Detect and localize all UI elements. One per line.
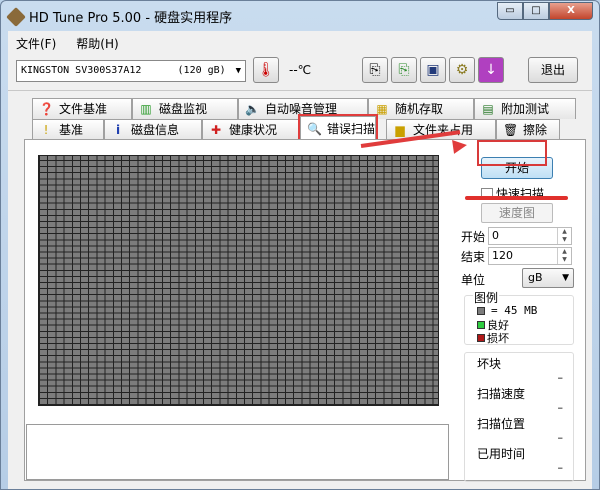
start-label: 开始: [461, 230, 486, 244]
copy-icon[interactable]: ⎘: [362, 57, 388, 83]
end-label: 结束: [461, 250, 486, 264]
bad-swatch: [477, 334, 485, 342]
block-map: [38, 155, 439, 406]
end-input[interactable]: 120 ▲ ▼: [488, 247, 572, 265]
magnifier-icon: 🔍: [307, 121, 322, 136]
error-scan-panel: 开始 快速扫描 速度图 开始 0 ▲ ▼ 结束 120 ▲ ▼ 单位 gB ▼ 图例 = …: [24, 139, 586, 482]
tab-benchmark[interactable]: ! 基准: [32, 119, 104, 140]
exclamation-icon: !: [43, 123, 49, 137]
save-icon[interactable]: ▣: [420, 57, 446, 83]
tab-label: 基准: [59, 123, 84, 137]
scan-stats: 坏块 – 扫描速度 – 扫描位置 – 已用时间 –: [464, 352, 574, 482]
unit-value: gB: [528, 271, 543, 284]
tab-label: 健康状况: [229, 123, 278, 137]
menu-help[interactable]: 帮助(H): [76, 35, 118, 52]
end-value: 120: [492, 249, 513, 262]
elapsed-time-value: –: [557, 461, 564, 474]
tab-error-scan[interactable]: 🔍 错误扫描: [298, 114, 378, 142]
drive-value: KINGSTON SV300S37A12 (120 gB): [21, 65, 226, 76]
start-input[interactable]: 0 ▲ ▼: [488, 227, 572, 245]
options-icon[interactable]: ⚙: [449, 57, 475, 83]
block-swatch: [477, 306, 485, 315]
maximize-button[interactable]: □: [523, 2, 549, 20]
scatter-icon: ▦: [376, 102, 388, 116]
bad-blocks-label: 坏块: [477, 357, 502, 371]
start-value: 0: [492, 229, 499, 242]
menu-file[interactable]: 文件(F): [16, 35, 56, 52]
unit-label: 单位: [461, 273, 486, 287]
spinner-icon[interactable]: ▲ ▼: [557, 228, 571, 244]
unit-select[interactable]: gB ▼: [522, 268, 574, 288]
highlight-box: [477, 140, 547, 166]
speed-map-button[interactable]: 速度图: [481, 203, 553, 223]
file-benchmark-icon: ❓: [39, 102, 54, 116]
scan-speed-label: 扫描速度: [477, 387, 526, 401]
scan-speed-value: –: [557, 401, 564, 414]
annotation-arrowhead: [452, 138, 468, 154]
tab-label: 磁盘信息: [131, 123, 180, 137]
tab-folder-usage[interactable]: ▆ 文件夹占用: [386, 119, 496, 140]
minimize-button[interactable]: ▭: [497, 2, 523, 20]
app-icon: [6, 6, 26, 27]
tab-disk-monitor[interactable]: ▥ 磁盘监视: [132, 98, 238, 119]
calculator-icon: ▤: [482, 102, 494, 116]
good-swatch: [477, 321, 485, 329]
legend-bad: 损坏: [487, 332, 509, 345]
red-cross-icon: ✚: [210, 123, 222, 137]
tab-extra-tests[interactable]: ▤ 附加测试: [474, 98, 576, 119]
tab-label: 附加测试: [501, 102, 550, 116]
elapsed-time-label: 已用时间: [477, 447, 526, 461]
tab-label: 随机存取: [395, 102, 444, 116]
scan-position-label: 扫描位置: [477, 417, 526, 431]
window-title: HD Tune Pro 5.00 - 硬盘实用程序: [29, 11, 233, 26]
speaker-icon: 🔈: [245, 102, 260, 116]
tab-health[interactable]: ✚ 健康状况: [202, 119, 300, 140]
copy-screenshot-icon[interactable]: ⎘: [391, 57, 417, 83]
scan-position-value: –: [557, 431, 564, 444]
title-bar: HD Tune Pro 5.00 - 硬盘实用程序: [6, 6, 233, 27]
spinner-icon[interactable]: ▲ ▼: [557, 248, 571, 264]
tab-label: 错误扫描: [327, 121, 376, 136]
tab-file-benchmark[interactable]: ❓ 文件基准: [32, 98, 132, 119]
info-icon: i: [115, 123, 121, 137]
exit-button[interactable]: 退出: [528, 57, 578, 83]
folder-icon: ▆: [395, 123, 405, 137]
close-button[interactable]: X: [549, 2, 593, 20]
temperature-value: --℃: [289, 63, 312, 77]
tab-label: 磁盘监视: [159, 102, 208, 116]
trash-icon: 🗑: [503, 123, 519, 137]
tab-disk-info[interactable]: i 磁盘信息: [104, 119, 202, 140]
highlight-underline: [465, 196, 568, 200]
chevron-down-icon: ▼: [562, 273, 569, 283]
legend-block-size: = 45 MB: [491, 304, 538, 317]
chevron-down-icon: ▼: [235, 66, 241, 76]
log-box: [26, 424, 449, 480]
tab-label: 文件基准: [59, 102, 108, 116]
tab-erase[interactable]: 🗑 擦除: [496, 119, 560, 140]
tab-random-access[interactable]: ▦ 随机存取: [368, 98, 474, 119]
chart-icon: ▥: [140, 102, 152, 116]
app-window: HD Tune Pro 5.00 - 硬盘实用程序 ▭ □ X 文件(F) 帮助…: [0, 0, 600, 490]
download-icon[interactable]: ↓: [478, 57, 504, 83]
drive-select[interactable]: KINGSTON SV300S37A12 (120 gB) ▼: [16, 60, 246, 82]
legend: 图例 = 45 MB 良好 损坏: [464, 289, 574, 345]
thermometer-icon[interactable]: 🌡: [253, 57, 279, 83]
tab-label: 擦除: [523, 123, 548, 137]
bad-blocks-value: –: [557, 371, 564, 384]
